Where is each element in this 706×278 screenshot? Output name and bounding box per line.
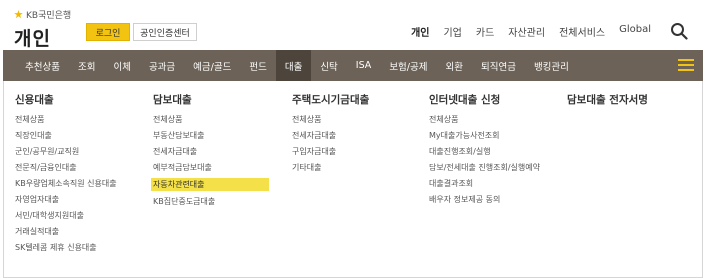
star-icon	[14, 10, 23, 19]
search-icon[interactable]	[670, 22, 688, 40]
nav-item-recommended[interactable]: 추천상품	[3, 50, 69, 81]
column-title[interactable]: 담보대출 전자서명	[567, 92, 648, 107]
hamburger-icon[interactable]	[675, 54, 697, 76]
brand-name: KB국민은행	[26, 11, 72, 21]
menu-link[interactable]: KB우량업체소속직원 신용대출	[15, 178, 135, 189]
menu-link[interactable]: 전체상품	[292, 114, 369, 125]
util-link-business[interactable]: 기업	[436, 24, 468, 39]
menu-link[interactable]: 군인/공무원/교직원	[15, 146, 135, 157]
menu-link[interactable]: 대출결과조회	[429, 178, 547, 189]
menu-column-e-signature: 담보대출 전자서명	[567, 92, 648, 114]
util-link-card[interactable]: 카드	[469, 24, 501, 39]
util-link-global[interactable]: Global	[612, 24, 658, 39]
menu-link[interactable]: 전체상품	[15, 114, 135, 125]
menu-link[interactable]: My대출가능사전조회	[429, 130, 547, 141]
nav-item-inquiry[interactable]: 조회	[69, 50, 104, 81]
loan-mega-menu: 신용대출 전체상품 직장인대출 군인/공무원/교직원 전문직/금융인대출 KB우…	[3, 81, 703, 278]
menu-link[interactable]: 자영업자대출	[15, 194, 135, 205]
menu-link[interactable]: 대출진행조회/실행	[429, 146, 547, 157]
nav-item-loan[interactable]: 대출	[275, 50, 312, 81]
menu-link[interactable]: 전세자금대출	[292, 130, 369, 141]
menu-link-highlighted[interactable]: 자동차관련대출	[151, 178, 269, 191]
menu-link[interactable]: 예부적금담보대출	[153, 162, 269, 173]
section-title: 개인	[14, 28, 51, 50]
menu-column-housing-fund-loan: 주택도시기금대출 전체상품 전세자금대출 구입자금대출 기타대출	[292, 92, 369, 178]
top-header: KB국민은행 개인 로그인 공인인증센터 개인 기업 카드 자산관리 전체서비스…	[0, 0, 706, 50]
menu-link[interactable]: 배우자 정보제공 동의	[429, 194, 547, 205]
column-title[interactable]: 담보대출	[153, 92, 269, 107]
nav-item-forex[interactable]: 외환	[436, 50, 471, 81]
menu-column-secured-loan: 담보대출 전체상품 부동산담보대출 전세자금대출 예부적금담보대출 자동차관련대…	[151, 92, 269, 212]
util-link-all-services[interactable]: 전체서비스	[552, 24, 612, 39]
utility-nav: 개인 기업 카드 자산관리 전체서비스 Global	[404, 24, 658, 39]
nav-item-isa[interactable]: ISA	[347, 50, 381, 81]
nav-item-fund[interactable]: 펀드	[240, 50, 275, 81]
logo-mark: KB국민은행	[14, 8, 71, 21]
util-link-personal[interactable]: 개인	[404, 24, 436, 39]
menu-link[interactable]: 전체상품	[429, 114, 547, 125]
nav-item-insurance[interactable]: 보험/공제	[380, 50, 436, 81]
menu-link[interactable]: 전문직/금융인대출	[15, 162, 135, 173]
login-button[interactable]: 로그인	[86, 23, 130, 41]
column-title[interactable]: 주택도시기금대출	[292, 92, 369, 107]
menu-link[interactable]: 기타대출	[292, 162, 369, 173]
main-nav: 추천상품 조회 이체 공과금 예금/골드 펀드 대출 신탁 ISA 보험/공제 …	[3, 50, 703, 81]
menu-link[interactable]: SK텔레콤 제휴 신용대출	[15, 242, 135, 253]
kb-logo[interactable]: KB국민은행 개인	[14, 4, 71, 51]
menu-link[interactable]: 거래실적대출	[15, 226, 135, 237]
nav-item-deposit-gold[interactable]: 예금/골드	[184, 50, 240, 81]
menu-link[interactable]: 부동산담보대출	[153, 130, 269, 141]
nav-item-pension[interactable]: 퇴직연금	[472, 50, 525, 81]
nav-item-banking-mgmt[interactable]: 뱅킹관리	[525, 50, 578, 81]
menu-link[interactable]: KB집단중도금대출	[153, 196, 269, 207]
nav-item-transfer[interactable]: 이체	[104, 50, 139, 81]
nav-item-utility-bills[interactable]: 공과금	[140, 50, 184, 81]
nav-item-trust[interactable]: 신탁	[311, 50, 346, 81]
menu-column-credit-loan: 신용대출 전체상품 직장인대출 군인/공무원/교직원 전문직/금융인대출 KB우…	[15, 92, 135, 258]
cert-center-button[interactable]: 공인인증센터	[133, 23, 197, 41]
menu-link[interactable]: 구입자금대출	[292, 146, 369, 157]
menu-column-internet-loan: 인터넷대출 신청 전체상품 My대출가능사전조회 대출진행조회/실행 담보/전세…	[429, 92, 547, 210]
util-link-asset[interactable]: 자산관리	[501, 24, 552, 39]
menu-link[interactable]: 직장인대출	[15, 130, 135, 141]
column-title[interactable]: 인터넷대출 신청	[429, 92, 547, 107]
menu-link[interactable]: 담보/전세대출 진행조회/실행예약	[429, 162, 547, 173]
menu-link[interactable]: 전체상품	[153, 114, 269, 125]
menu-link[interactable]: 서민/대학생지원대출	[15, 210, 135, 221]
menu-link[interactable]: 전세자금대출	[153, 146, 269, 157]
column-title[interactable]: 신용대출	[15, 92, 135, 107]
